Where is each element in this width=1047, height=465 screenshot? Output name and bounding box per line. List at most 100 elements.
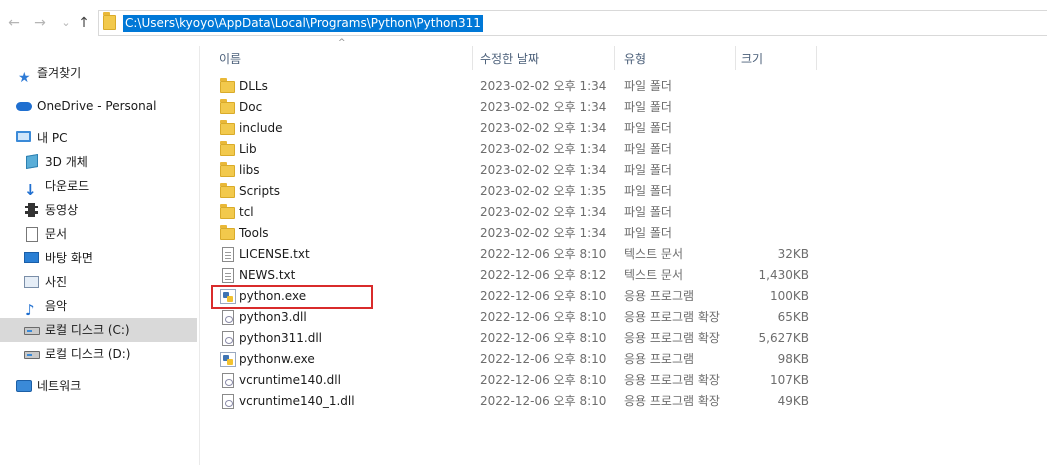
address-bar[interactable]: C:\Users\kyoyo\AppData\Local\Programs\Py… — [98, 10, 1047, 36]
file-row[interactable]: DLLs 2023-02-02 오후 1:34 파일 폴더 — [210, 76, 1047, 97]
nav-item-pictures[interactable]: 사진 — [0, 270, 197, 294]
file-type: 응용 프로그램 확장 — [624, 310, 720, 324]
file-row[interactable]: LICENSE.txt 2022-12-06 오후 8:10 텍스트 문서 32KB — [210, 244, 1047, 265]
up-arrow-icon[interactable]: ↑ — [76, 14, 92, 32]
file-list: DLLs 2023-02-02 오후 1:34 파일 폴더 Doc 2023-02-0… — [210, 76, 1047, 412]
folder-icon — [103, 12, 116, 30]
text-file-icon — [220, 268, 236, 283]
nav-item-onedrive[interactable]: OneDrive - Personal — [0, 94, 197, 118]
file-size: 107KB — [769, 373, 809, 387]
file-date: 2022-12-06 오후 8:10 — [480, 394, 607, 408]
file-size: 49KB — [777, 394, 809, 408]
nav-item-desktop[interactable]: 바탕 화면 — [0, 246, 197, 270]
file-type: 파일 폴더 — [624, 121, 672, 135]
file-row[interactable]: vcruntime140_1.dll 2022-12-06 오후 8:10 응용 프… — [210, 391, 1047, 412]
file-type: 응용 프로그램 — [624, 289, 695, 303]
file-type: 파일 폴더 — [624, 142, 672, 156]
file-row[interactable]: Doc 2023-02-02 오후 1:34 파일 폴더 — [210, 97, 1047, 118]
column-header-name[interactable]: 이름 — [219, 46, 241, 72]
column-divider[interactable] — [816, 46, 817, 70]
nav-item-favorites[interactable]: ★ 즐겨찾기 — [0, 61, 197, 85]
dll-file-icon — [220, 331, 236, 346]
nav-item-documents[interactable]: 문서 — [0, 222, 197, 246]
file-date: 2022-12-06 오후 8:10 — [480, 331, 607, 345]
cloud-icon — [16, 99, 32, 113]
folder-icon — [220, 78, 236, 94]
file-row[interactable]: vcruntime140.dll 2022-12-06 오후 8:10 응용 프로그… — [210, 370, 1047, 391]
file-type: 파일 폴더 — [624, 79, 672, 93]
nav-item-music[interactable]: ♪ 음악 — [0, 294, 197, 318]
nav-item-label: 3D 개체 — [45, 155, 88, 169]
download-icon: ↓ — [24, 181, 37, 199]
file-name: Doc — [239, 100, 263, 114]
file-row[interactable]: include 2023-02-02 오후 1:34 파일 폴더 — [210, 118, 1047, 139]
sort-ascending-icon: ^ — [338, 38, 346, 48]
file-row[interactable]: tcl 2023-02-02 오후 1:34 파일 폴더 — [210, 202, 1047, 223]
navigation-pane: ★ 즐겨찾기 OneDrive - Personal 내 PC 3D 개체 ↓ … — [0, 46, 200, 465]
nav-item-downloads[interactable]: ↓ 다운로드 — [0, 174, 197, 198]
recent-locations-chevron-icon[interactable]: ⌄ — [58, 14, 74, 32]
nav-item-label: OneDrive - Personal — [37, 99, 157, 113]
column-divider[interactable] — [735, 46, 736, 70]
file-row[interactable]: Scripts 2023-02-02 오후 1:35 파일 폴더 — [210, 181, 1047, 202]
file-size: 98KB — [777, 352, 809, 366]
dll-file-icon — [220, 310, 236, 325]
back-arrow-icon[interactable]: ← — [6, 14, 22, 32]
nav-item-network[interactable]: 네트워크 — [0, 374, 197, 398]
file-size: 32KB — [777, 247, 809, 261]
file-row[interactable]: NEWS.txt 2022-12-06 오후 8:12 텍스트 문서 1,430KB — [210, 265, 1047, 286]
folder-icon — [220, 183, 236, 199]
file-date: 2022-12-06 오후 8:10 — [480, 247, 607, 261]
column-header-type[interactable]: 유형 — [624, 46, 646, 72]
file-row[interactable]: libs 2023-02-02 오후 1:34 파일 폴더 — [210, 160, 1047, 181]
file-type: 응용 프로그램 — [624, 352, 695, 366]
nav-item-local-disk-c[interactable]: 로컬 디스크 (C:) — [0, 318, 197, 342]
file-name: Tools — [239, 226, 269, 240]
dll-file-icon — [220, 373, 236, 388]
folder-icon — [220, 162, 236, 178]
file-name: tcl — [239, 205, 254, 219]
file-name: python311.dll — [239, 331, 322, 345]
nav-item-local-disk-d[interactable]: 로컬 디스크 (D:) — [0, 342, 197, 366]
nav-item-label: 내 PC — [37, 131, 68, 145]
forward-arrow-icon[interactable]: → — [32, 14, 48, 32]
nav-item-label: 다운로드 — [45, 179, 90, 193]
file-date: 2023-02-02 오후 1:34 — [480, 163, 607, 177]
nav-item-label: 동영상 — [45, 203, 79, 217]
file-row[interactable]: Tools 2023-02-02 오후 1:34 파일 폴더 — [210, 223, 1047, 244]
file-row[interactable]: pythonw.exe 2022-12-06 오후 8:10 응용 프로그램 98KB — [210, 349, 1047, 370]
file-row[interactable]: python3.dll 2022-12-06 오후 8:10 응용 프로그램 확장 6… — [210, 307, 1047, 328]
nav-item-3d-objects[interactable]: 3D 개체 — [0, 150, 197, 174]
file-type: 파일 폴더 — [624, 100, 672, 114]
nav-item-this-pc[interactable]: 내 PC — [0, 126, 197, 150]
file-date: 2023-02-02 오후 1:34 — [480, 79, 607, 93]
video-icon — [24, 203, 40, 217]
drive-icon — [24, 323, 40, 337]
file-date: 2023-02-02 오후 1:34 — [480, 205, 607, 219]
file-date: 2023-02-02 오후 1:34 — [480, 100, 607, 114]
folder-icon — [220, 120, 236, 136]
nav-item-label: 즐겨찾기 — [37, 66, 82, 80]
address-path[interactable]: C:\Users\kyoyo\AppData\Local\Programs\Py… — [123, 15, 483, 32]
column-header-date[interactable]: 수정한 날짜 — [480, 46, 539, 72]
nav-item-label: 바탕 화면 — [45, 251, 93, 265]
file-date: 2022-12-06 오후 8:12 — [480, 268, 607, 282]
file-date: 2022-12-06 오후 8:10 — [480, 310, 607, 324]
file-name: DLLs — [239, 79, 268, 93]
folder-icon — [220, 225, 236, 241]
text-file-icon — [220, 247, 236, 262]
nav-item-videos[interactable]: 동영상 — [0, 198, 197, 222]
file-date: 2023-02-02 오후 1:35 — [480, 184, 607, 198]
column-divider[interactable] — [472, 46, 473, 70]
column-divider[interactable] — [614, 46, 615, 70]
music-icon: ♪ — [25, 301, 35, 319]
network-icon — [16, 379, 32, 393]
file-name: include — [239, 121, 283, 135]
file-row[interactable]: Lib 2023-02-02 오후 1:34 파일 폴더 — [210, 139, 1047, 160]
file-name: LICENSE.txt — [239, 247, 310, 261]
column-header-size[interactable]: 크기 — [741, 46, 763, 72]
pc-icon — [16, 131, 32, 145]
file-name: pythonw.exe — [239, 352, 315, 366]
file-row[interactable]: python311.dll 2022-12-06 오후 8:10 응용 프로그램 확… — [210, 328, 1047, 349]
file-date: 2022-12-06 오후 8:10 — [480, 373, 607, 387]
